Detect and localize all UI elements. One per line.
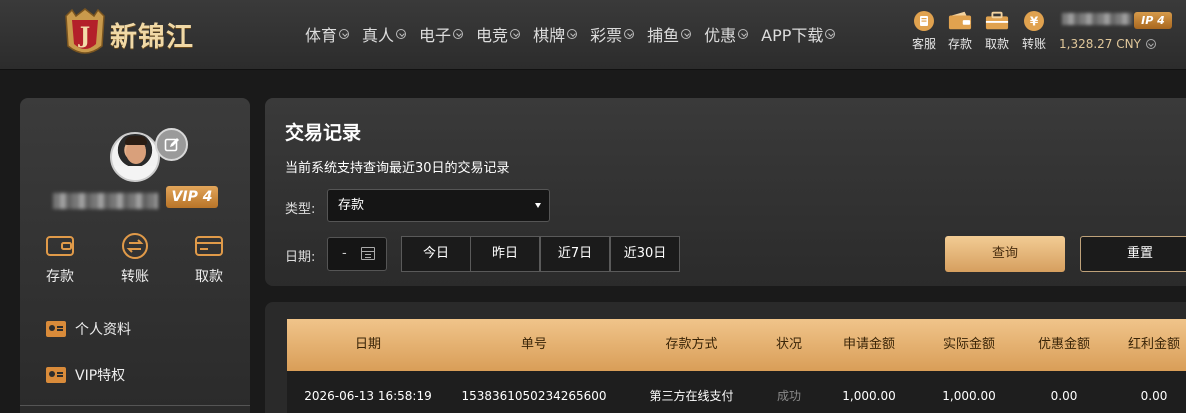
transaction-table-panel: 日期 单号 存款方式 状况 申请金额 实际金额 优惠金额 红利金额 2026-0… [265, 302, 1186, 413]
range-yesterday-button[interactable]: 昨日 [470, 236, 540, 272]
sidebar-item-profile[interactable]: 个人资料 [46, 319, 131, 339]
id-card-icon [46, 321, 66, 337]
nav-sports[interactable]: 体育 [305, 22, 350, 46]
svg-text:J: J [78, 23, 90, 49]
nav-promotions[interactable]: 优惠 [704, 22, 749, 46]
nav-esports[interactable]: 电竞 [476, 22, 521, 46]
nav-fishing[interactable]: 捕鱼 [647, 22, 692, 46]
id-card-icon [46, 367, 66, 383]
type-label: 类型: [285, 202, 316, 217]
wallet-icon [44, 232, 76, 260]
transfer-icon [119, 232, 151, 260]
date-label: 日期: [285, 250, 316, 265]
avatar [110, 132, 160, 182]
cell-actual: 1,000.00 [942, 389, 996, 403]
nav-lottery[interactable]: 彩票 [590, 22, 635, 46]
table-header: 日期 单号 存款方式 状况 申请金额 实际金额 优惠金额 红利金额 [287, 319, 1186, 371]
sidebar-withdraw-button[interactable]: 取款 [179, 232, 239, 286]
logo-badge-icon: J [62, 8, 108, 60]
vip-badge: IP 4 [1134, 12, 1172, 29]
edit-profile-icon[interactable] [155, 128, 188, 161]
column-header-status: 状况 [775, 337, 802, 352]
range-30days-button[interactable]: 近30日 [610, 236, 680, 272]
chevron-down-icon [681, 29, 692, 39]
top-header: J 新锦江 体育 真人 电子 电竞 棋牌 彩票 捕鱼 优惠 APP下载 客服 存… [0, 0, 1186, 70]
query-button[interactable]: 查询 [945, 236, 1065, 272]
sidebar-divider [20, 405, 250, 406]
cell-order-no: 1538361050234265600 [461, 389, 607, 403]
chevron-down-icon [1145, 39, 1156, 49]
wallet-icon [948, 10, 972, 32]
chevron-down-icon [738, 29, 749, 39]
calendar-icon [361, 247, 375, 260]
chevron-down-icon [396, 29, 407, 39]
column-header-bonus: 红利金额 [1127, 337, 1180, 352]
column-header-order-no: 单号 [520, 337, 547, 352]
balance-display[interactable]: 1,328.27 CNY [1059, 37, 1156, 51]
quick-deposit[interactable]: 存款 [948, 10, 972, 52]
chevron-down-icon [825, 29, 836, 39]
cell-date: 2026-06-13 16:58:19 [304, 389, 432, 403]
nav-app-download[interactable]: APP下载 [761, 22, 836, 46]
range-today-button[interactable]: 今日 [401, 236, 471, 272]
column-header-method: 存款方式 [665, 337, 718, 352]
sidebar-transfer-button[interactable]: 转账 [105, 232, 165, 286]
coin-icon: ¥ [1022, 10, 1046, 32]
chevron-down-icon [339, 29, 350, 39]
page-title: 交易记录 [285, 122, 362, 144]
range-7days-button[interactable]: 近7日 [540, 236, 610, 272]
table-row: 2026-06-13 16:58:19 1538361050234265600 … [287, 371, 1186, 413]
column-header-requested: 申请金额 [842, 337, 895, 352]
column-header-actual: 实际金额 [942, 337, 995, 352]
sidebar-vip-badge: VIP 4 [166, 186, 218, 208]
main-nav: 体育 真人 电子 电竞 棋牌 彩票 捕鱼 优惠 APP下载 [305, 22, 848, 46]
card-icon [193, 232, 225, 260]
date-range-input[interactable]: - [327, 237, 387, 271]
page-subtitle: 当前系统支持查询最近30日的交易记录 [285, 161, 510, 176]
chevron-down-icon [453, 29, 464, 39]
account-sidebar: VIP 4 存款 转账 取款 个人资料 VIP特权 [20, 98, 250, 413]
chevron-down-icon [624, 29, 635, 39]
sidebar-deposit-button[interactable]: 存款 [30, 232, 90, 286]
nav-live[interactable]: 真人 [362, 22, 407, 46]
sidebar-username-blurred [53, 193, 158, 209]
svg-text:¥: ¥ [1030, 15, 1039, 29]
column-header-promo: 优惠金额 [1037, 337, 1090, 352]
column-header-date: 日期 [354, 337, 381, 352]
username-blurred [1062, 13, 1132, 25]
quick-withdraw[interactable]: 取款 [985, 10, 1009, 52]
nav-slots[interactable]: 电子 [419, 22, 464, 46]
cell-promo: 0.00 [1050, 389, 1078, 403]
cell-status: 成功 [776, 389, 801, 403]
sidebar-item-vip[interactable]: VIP特权 [46, 365, 125, 385]
transaction-filter-panel: 交易记录 当前系统支持查询最近30日的交易记录 类型: 存款 日期: - 今日 … [265, 98, 1186, 286]
nav-cards[interactable]: 棋牌 [533, 22, 578, 46]
reset-button[interactable]: 重置 [1080, 236, 1186, 272]
type-select[interactable]: 存款 [327, 189, 550, 222]
quick-transfer[interactable]: ¥ 转账 [1022, 10, 1046, 52]
chat-icon [912, 10, 936, 32]
cell-bonus: 0.00 [1140, 389, 1168, 403]
bag-icon [985, 10, 1009, 32]
chevron-down-icon [510, 29, 521, 39]
chevron-down-icon [567, 29, 578, 39]
quick-customer-service[interactable]: 客服 [912, 10, 936, 52]
cell-requested: 1,000.00 [842, 389, 896, 403]
logo-text: 新锦江 [110, 21, 194, 53]
site-logo[interactable]: J 新锦江 [62, 6, 194, 62]
cell-method: 第三方在线支付 [649, 389, 734, 403]
caret-down-icon [535, 203, 541, 208]
